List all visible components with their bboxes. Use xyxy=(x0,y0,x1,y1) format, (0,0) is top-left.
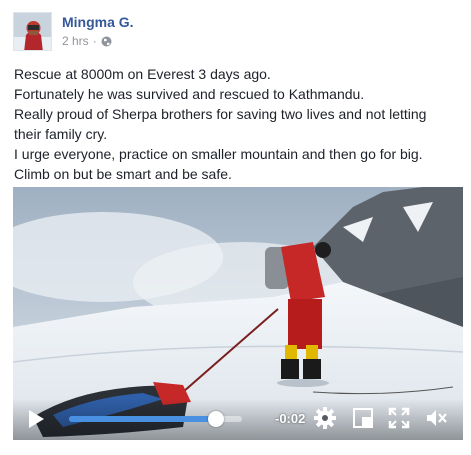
play-icon[interactable] xyxy=(27,409,45,429)
post-timestamp[interactable]: 2 hrs xyxy=(62,34,89,48)
post-header: Mingma G. 2 hrs · xyxy=(13,12,453,52)
gear-icon[interactable] xyxy=(314,407,336,429)
video-controls: -0:02 xyxy=(13,398,463,440)
meta-separator: · xyxy=(92,34,97,48)
post-text-line: Fortunately he was survived and rescued … xyxy=(14,86,365,102)
post-text-line: Climb on but be smart and be safe. xyxy=(14,166,232,182)
post-meta: 2 hrs · xyxy=(62,34,112,48)
progress-bar[interactable] xyxy=(69,411,242,427)
post-text-line: Really proud of Sherpa brothers for savi… xyxy=(14,106,427,122)
video-player[interactable]: -0:02 xyxy=(13,187,463,440)
globe-icon[interactable] xyxy=(101,36,112,47)
post-text-line: I urge everyone, practice on smaller mou… xyxy=(14,146,423,162)
progress-fill xyxy=(69,416,217,422)
square-icon[interactable] xyxy=(353,408,373,428)
facebook-post: Mingma G. 2 hrs · Rescue at 8000m on Eve… xyxy=(0,0,471,455)
mute-icon[interactable] xyxy=(426,408,448,428)
progress-knob[interactable] xyxy=(208,411,225,427)
post-text-line: their family cry. xyxy=(14,126,108,142)
fullscreen-icon[interactable] xyxy=(388,407,410,429)
post-text-line: Rescue at 8000m on Everest 3 days ago. xyxy=(14,66,271,82)
author-name[interactable]: Mingma G. xyxy=(62,14,134,30)
remaining-time: -0:02 xyxy=(275,411,306,426)
avatar[interactable] xyxy=(13,12,52,51)
post-text: Rescue at 8000m on Everest 3 days ago. F… xyxy=(14,64,454,184)
